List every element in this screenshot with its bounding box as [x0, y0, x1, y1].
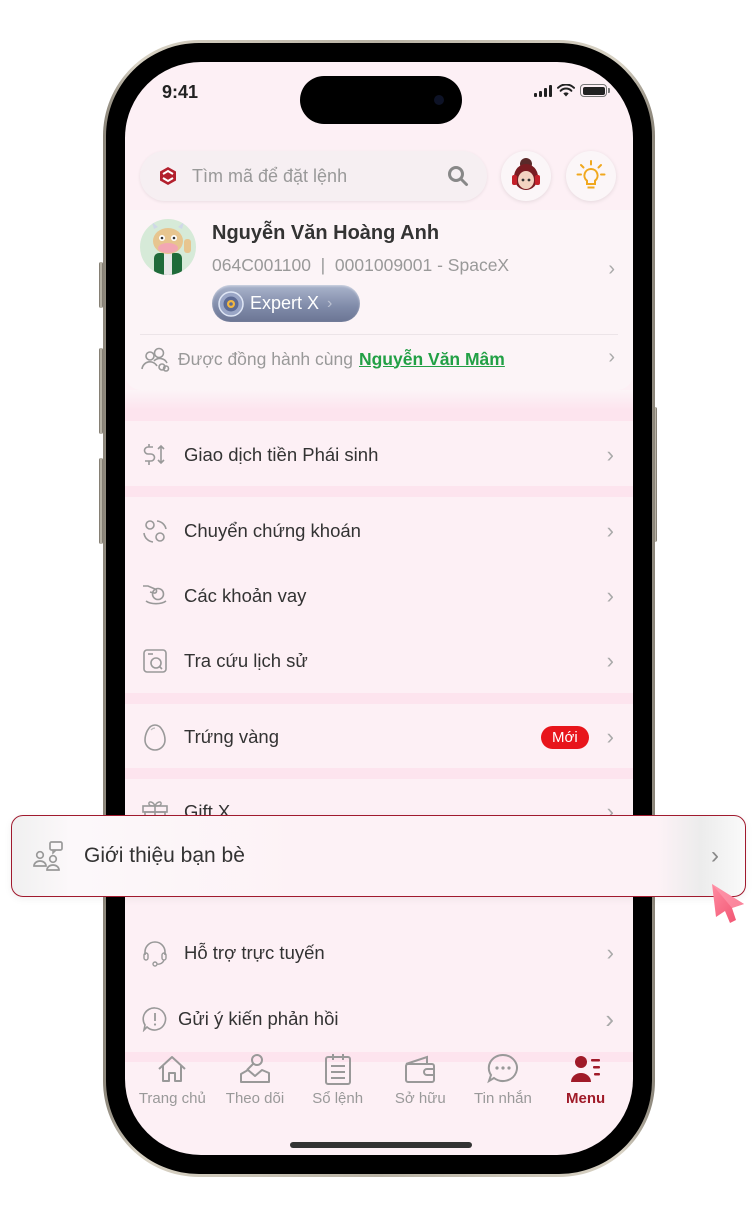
status-icons — [534, 84, 610, 97]
section-separator — [125, 693, 633, 704]
tab-watchlist[interactable]: Theo dõi — [215, 1052, 295, 1132]
menu-item-label: Chuyển chứng khoán — [184, 520, 361, 541]
chevron-right-icon: › — [606, 442, 614, 467]
chevron-right-icon: › — [606, 940, 614, 965]
menu-item-label: Gửi ý kiến phản hồi — [178, 1008, 339, 1029]
chevron-right-icon: › — [711, 842, 719, 869]
menu-item-derivative-cash[interactable]: Giao dịch tiền Phái sinh › — [125, 424, 633, 486]
history-lookup-icon — [140, 646, 170, 676]
new-badge: Mới — [541, 725, 589, 749]
avatar — [140, 219, 196, 275]
section-separator — [125, 768, 633, 779]
headset-icon — [140, 938, 170, 968]
divider — [140, 334, 618, 335]
tier-medal-icon — [218, 290, 244, 317]
egg-icon — [140, 722, 170, 752]
search-icon[interactable] — [447, 165, 469, 187]
pointer-cursor-icon — [712, 884, 744, 923]
menu-item-golden-egg[interactable]: Trứng vàng Mới › — [125, 706, 633, 768]
tab-label: Tin nhắn — [474, 1090, 532, 1107]
wallet-icon — [405, 1055, 436, 1083]
assistant-avatar-icon — [512, 158, 540, 190]
user-name: Nguyễn Văn Hoàng Anh — [212, 222, 440, 244]
companion-row[interactable]: Được đồng hành cùng Nguyễn Văn Mâm — [140, 346, 505, 372]
chevron-right-icon: › — [606, 648, 614, 673]
chevron-right-icon: › — [327, 294, 333, 312]
dynamic-island — [300, 76, 462, 124]
cellular-signal-icon — [534, 84, 552, 97]
tab-label: Sổ lệnh — [312, 1090, 364, 1107]
menu-item-label: Tra cứu lịch sử — [184, 650, 308, 671]
menu-item-refer-friends[interactable]: Giới thiệu bạn bè › — [11, 815, 746, 897]
phone-bezel: 9:41 Tìm mã để đặt lệnh Nguyễn Văn Hoàng… — [106, 43, 652, 1174]
home-icon — [158, 1056, 187, 1082]
search-placeholder: Tìm mã để đặt lệnh — [192, 165, 348, 186]
tab-label: Menu — [566, 1090, 606, 1107]
watchlist-icon — [239, 1054, 270, 1083]
companion-name-link[interactable]: Nguyễn Văn Mâm — [359, 349, 505, 370]
tips-button[interactable] — [566, 151, 616, 201]
profile-card[interactable]: Nguyễn Văn Hoàng Anh 064C001100 | 000100… — [125, 210, 633, 390]
menu-item-label: Các khoản vay — [184, 585, 307, 606]
section-separator — [125, 390, 633, 410]
menu-item-online-support[interactable]: Hỗ trợ trực tuyến › — [125, 922, 633, 984]
brand-logo-icon — [160, 167, 176, 185]
section-separator — [125, 410, 633, 421]
stock-transfer-icon — [140, 516, 170, 546]
refer-friends-icon — [32, 839, 66, 873]
tab-order-book[interactable]: Sổ lệnh — [298, 1052, 378, 1132]
tab-label: Sở hữu — [394, 1090, 446, 1107]
tab-home[interactable]: Trang chủ — [132, 1052, 212, 1132]
chevron-right-icon: › — [605, 1003, 614, 1034]
tab-messages[interactable]: Tin nhắn — [463, 1052, 543, 1132]
tab-portfolio[interactable]: Sở hữu — [380, 1052, 460, 1132]
menu-item-loans[interactable]: Các khoản vay › — [125, 565, 633, 627]
tab-label: Trang chủ — [138, 1090, 206, 1107]
app-screen: 9:41 Tìm mã để đặt lệnh Nguyễn Văn Hoàng… — [125, 62, 633, 1155]
feedback-icon — [140, 1004, 170, 1034]
order-book-icon — [324, 1054, 351, 1085]
menu-item-history-lookup[interactable]: Tra cứu lịch sử › — [125, 630, 633, 692]
battery-icon — [580, 84, 610, 97]
menu-item-label: Trứng vàng — [184, 726, 279, 747]
chevron-right-icon: › — [608, 346, 615, 368]
menu-item-label: Hỗ trợ trực tuyến — [184, 942, 325, 963]
loan-icon — [140, 581, 170, 611]
status-time: 9:41 — [162, 82, 199, 102]
tier-label: Expert X — [250, 293, 320, 313]
menu-item-stock-transfer[interactable]: Chuyển chứng khoán › — [125, 500, 633, 562]
tab-label: Theo dõi — [225, 1090, 285, 1107]
message-icon — [487, 1053, 518, 1084]
menu-user-icon — [570, 1056, 600, 1082]
home-indicator — [290, 1142, 472, 1148]
wifi-icon — [557, 84, 575, 97]
menu-item-label: Giao dịch tiền Phái sinh — [184, 444, 379, 465]
menu-item-feedback[interactable]: Gửi ý kiến phản hồi › — [125, 988, 633, 1050]
people-link-icon — [141, 347, 170, 372]
companion-prefix: Được đồng hành cùng — [178, 348, 353, 369]
assistant-avatar-button[interactable] — [501, 151, 551, 201]
chevron-right-icon: › — [608, 258, 615, 280]
user-account-info: 064C001100 | 0001009001 - SpaceX — [212, 255, 510, 275]
camera-icon — [434, 95, 444, 105]
tier-badge[interactable]: Expert X › — [212, 285, 360, 322]
chevron-right-icon: › — [606, 583, 614, 608]
mascot-avatar-icon — [152, 222, 191, 275]
lightbulb-icon — [576, 160, 606, 189]
menu-item-label: Giới thiệu bạn bè — [84, 844, 245, 867]
section-separator — [125, 486, 633, 497]
phone-frame: 9:41 Tìm mã để đặt lệnh Nguyễn Văn Hoàng… — [103, 40, 655, 1177]
dollar-transfer-icon — [140, 440, 170, 470]
bottom-tab-bar: Trang chủ Theo dõi Sổ lệnh Sở hữu Tin nh… — [125, 1052, 633, 1132]
search-input[interactable]: Tìm mã để đặt lệnh — [140, 151, 487, 201]
tab-menu[interactable]: Menu — [546, 1052, 626, 1132]
chevron-right-icon: › — [606, 724, 614, 749]
chevron-right-icon: › — [606, 518, 614, 543]
